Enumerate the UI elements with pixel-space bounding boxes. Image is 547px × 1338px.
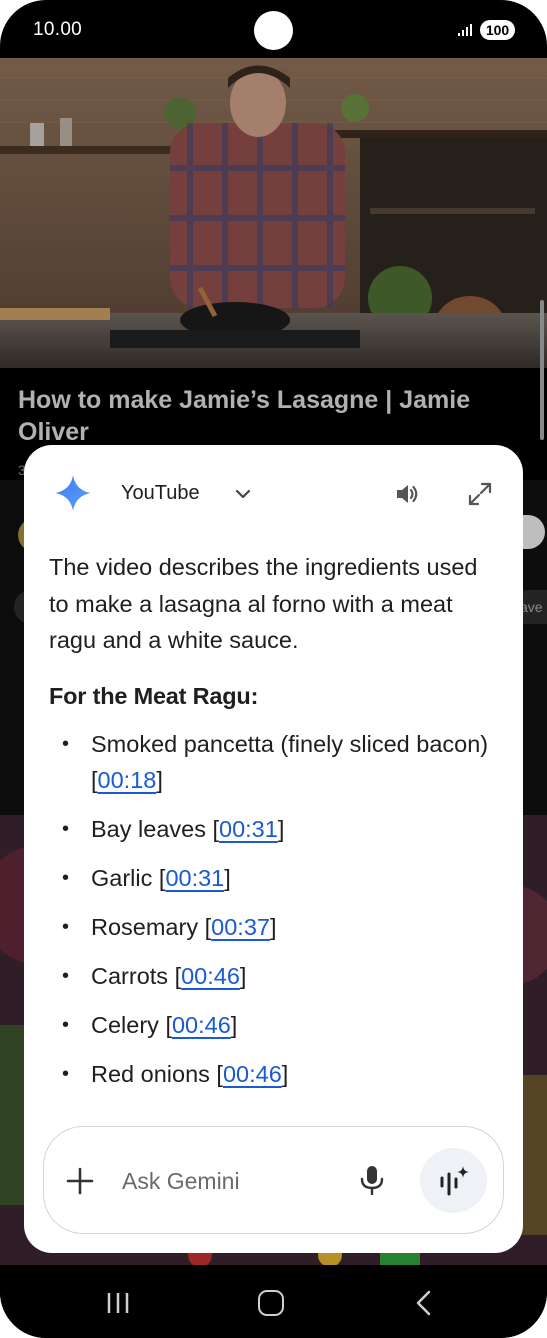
ingredient-name: Garlic <box>91 865 153 891</box>
bullet: • <box>62 916 70 938</box>
response-body: The video describes the ingredients used… <box>49 549 499 1105</box>
live-waveform-icon <box>440 1166 469 1196</box>
list-item: • Rosemary [00:37] <box>49 909 499 946</box>
status-bar: 10.00 100 <box>0 0 547 58</box>
gemini-overlay-card: YouTube The video describes the ingredie… <box>24 445 523 1253</box>
scrollbar[interactable] <box>540 300 544 440</box>
phone-screen: 10.00 100 How to make Jamie’s Lasagne | … <box>0 0 547 1338</box>
ingredient-name: Smoked pancetta (finely sliced bacon) <box>91 730 489 757</box>
ingredient-name: Carrots <box>91 963 169 989</box>
bullet: • <box>62 818 70 840</box>
speaker-icon[interactable] <box>394 481 420 507</box>
gemini-live-button[interactable] <box>420 1148 487 1213</box>
video-title[interactable]: How to make Jamie’s Lasagne | Jamie Oliv… <box>18 384 518 448</box>
ingredient-name: Rosemary <box>91 914 199 940</box>
response-intro: The video describes the ingredients used… <box>49 554 478 653</box>
ingredient-name: Bay leaves <box>91 816 206 842</box>
timestamp-link[interactable]: 00:37 <box>211 914 270 940</box>
ask-gemini-input[interactable]: Ask Gemini <box>122 1168 240 1195</box>
timestamp-link[interactable]: 00:46 <box>172 1012 231 1038</box>
video-player[interactable] <box>0 58 547 368</box>
bullet: • <box>62 965 70 987</box>
ingredient-name: Celery <box>91 1012 159 1038</box>
ask-gemini-bar[interactable]: Ask Gemini <box>43 1126 504 1234</box>
bullet: • <box>62 867 70 889</box>
list-item: • Bay leaves [00:31] <box>49 811 499 848</box>
timestamp-link[interactable]: 00:46 <box>223 1061 282 1087</box>
chevron-down-icon[interactable] <box>234 485 252 503</box>
list-item: • Red onions [00:46] <box>49 1056 499 1093</box>
gemini-sparkle-icon <box>55 475 91 511</box>
timestamp-link[interactable]: 00:18 <box>98 767 157 793</box>
expand-icon[interactable] <box>468 482 492 506</box>
battery-indicator: 100 <box>480 20 515 40</box>
list-item: • Carrots [00:46] <box>49 958 499 995</box>
timestamp-link[interactable]: 00:46 <box>181 963 240 989</box>
video-frame <box>0 58 547 368</box>
front-camera <box>254 11 293 50</box>
timestamp-link[interactable]: 00:31 <box>219 816 278 842</box>
status-time: 10.00 <box>33 19 83 40</box>
bullet: • <box>62 732 70 755</box>
home-icon[interactable] <box>258 1290 284 1316</box>
ingredient-list: • Smoked pancetta (finely sliced bacon) [… <box>49 726 499 1093</box>
system-nav-bar <box>0 1265 547 1338</box>
list-item: • Smoked pancetta (finely sliced bacon) [… <box>49 726 499 799</box>
list-item: • Garlic [00:31] <box>49 860 499 897</box>
back-icon[interactable] <box>414 1290 432 1316</box>
list-item: • Celery [00:46] <box>49 1007 499 1044</box>
card-header: YouTube <box>24 445 523 545</box>
bullet: • <box>62 1014 70 1036</box>
source-app-name[interactable]: YouTube <box>121 482 200 505</box>
plus-icon[interactable] <box>66 1167 94 1195</box>
section-heading: For the Meat Ragu: <box>49 682 259 709</box>
bullet: • <box>62 1063 70 1085</box>
timestamp-link[interactable]: 00:31 <box>165 865 224 891</box>
ingredient-name: Red onions <box>91 1061 210 1087</box>
recent-apps-icon[interactable] <box>105 1291 131 1315</box>
microphone-icon[interactable] <box>360 1165 384 1195</box>
signal-icon <box>458 24 472 36</box>
